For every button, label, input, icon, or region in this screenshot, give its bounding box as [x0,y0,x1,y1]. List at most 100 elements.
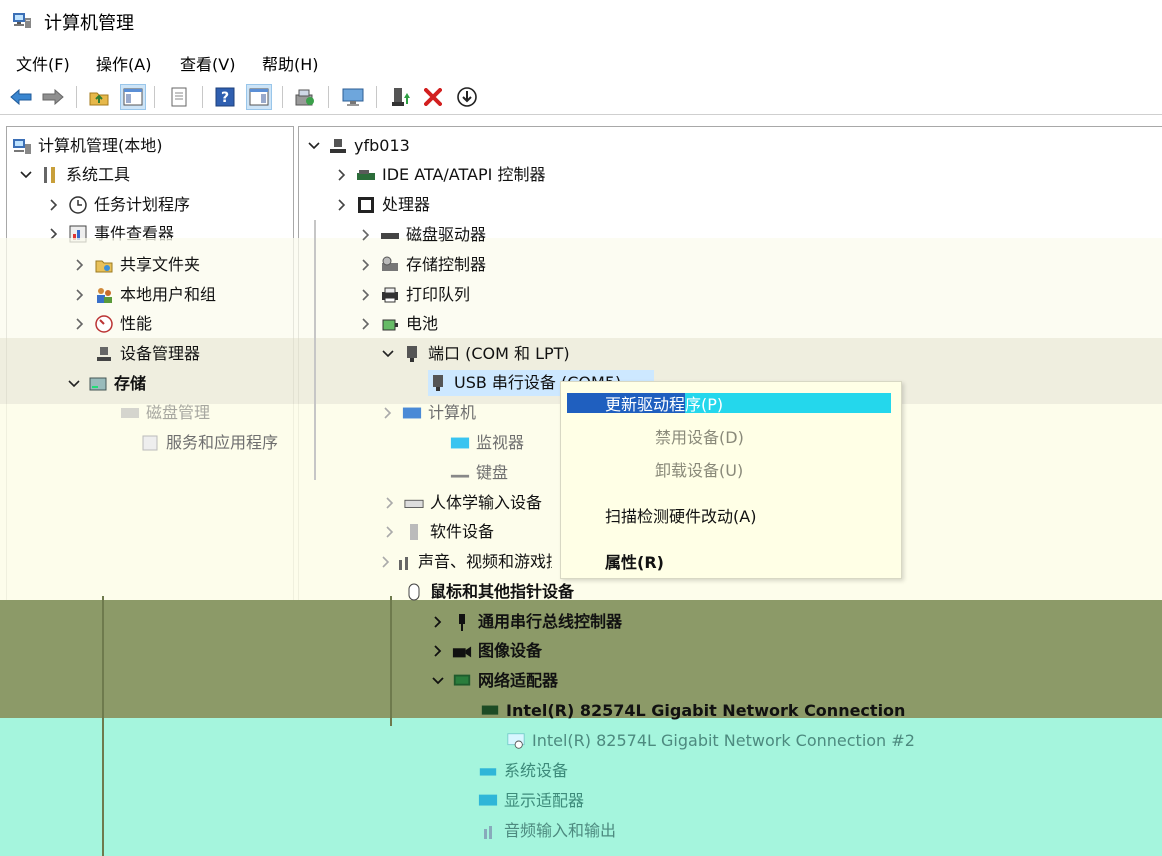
network-card-icon [480,701,500,721]
chevron-right-icon[interactable] [380,405,396,421]
tree-item-hid[interactable]: 人体学输入设备 [382,490,552,516]
tree-item-label: 共享文件夹 [120,255,201,274]
port-icon [402,344,422,364]
svg-text:?: ? [221,90,229,106]
computer-button[interactable] [340,84,366,110]
tree-item-label: 通用串行总线控制器 [478,612,623,631]
chevron-right-icon[interactable] [358,257,374,273]
tree-item-print-queues[interactable]: 打印队列 [358,282,470,308]
chevron-right-icon[interactable] [72,287,88,303]
tree-item-performance[interactable]: 性能 [72,311,152,337]
tree-item-computer-root[interactable]: yfb013 [306,133,410,159]
menu-view[interactable]: 查看(V) [180,51,235,75]
system-device-icon [478,761,498,781]
chevron-right-icon[interactable] [358,287,374,303]
tree-item-processor[interactable]: 处理器 [334,192,430,218]
tree-item-storage[interactable]: 存储 [66,371,146,397]
tree-item-label: 计算机 [428,403,477,422]
computer-icon [402,403,422,423]
chevron-right-icon[interactable] [382,524,398,540]
tree-item-display-adapters[interactable]: 显示适配器 [478,788,584,814]
chevron-down-icon[interactable] [18,167,34,183]
help-button[interactable]: ? [212,84,238,110]
tree-item-network-adapters[interactable]: 网络适配器 [430,668,558,694]
tree-item-computer-management[interactable]: 计算机管理(本地) [12,133,163,159]
tree-item-audio-io[interactable]: 音频输入和输出 [478,818,616,844]
software-device-icon [404,522,424,542]
tree-item-label: Intel(R) 82574L Gigabit Network Connecti… [506,701,906,720]
back-button[interactable] [8,84,34,110]
chevron-right-icon[interactable] [334,167,350,183]
chevron-down-icon[interactable] [66,376,82,392]
menu-item-uninstall-device[interactable]: 卸载设备(U) [655,457,743,481]
action-pane-button[interactable] [246,84,272,110]
chevron-right-icon[interactable] [430,643,446,659]
tree-item-label: 任务计划程序 [94,195,191,214]
toolbar-separator [328,86,329,108]
menu-item-update-driver[interactable]: 更新驱动程序(P) [605,391,723,415]
tree-item-system-devices[interactable]: 系统设备 [478,758,568,784]
menu-file[interactable]: 文件(F) [16,51,70,75]
tree-item-nic-1[interactable]: Intel(R) 82574L Gigabit Network Connecti… [480,698,905,724]
tree-item-keyboards[interactable]: 键盘 [450,460,508,486]
export-list-button[interactable] [166,84,192,110]
chevron-right-icon[interactable] [334,197,350,213]
tree-item-label: 声音、视频和游戏控制器 [418,552,552,571]
tree-item-ide-controller[interactable]: IDE ATA/ATAPI 控制器 [334,162,545,188]
menu-item-disable-device[interactable]: 禁用设备(D) [655,424,744,448]
chevron-right-icon[interactable] [72,316,88,332]
menu-help[interactable]: 帮助(H) [262,51,319,75]
chevron-down-icon[interactable] [306,138,322,154]
menu-item-properties[interactable]: 属性(R) [605,549,664,573]
tree-item-ports[interactable]: 端口 (COM 和 LPT) [380,341,570,367]
tree-item-software-devices[interactable]: 软件设备 [382,519,494,545]
window-title: 计算机管理 [44,13,134,34]
tree-item-computer[interactable]: 计算机 [380,400,476,426]
tree-item-label: 处理器 [382,195,431,214]
chevron-right-icon[interactable] [358,227,374,243]
computer-management-icon [13,13,31,28]
menu-action[interactable]: 操作(A) [96,51,151,75]
sound-icon [396,552,412,572]
chevron-right-icon[interactable] [382,554,390,570]
uninstall-button[interactable] [420,84,446,110]
usb-icon [452,612,472,632]
tree-item-mouse[interactable]: 鼠标和其他指针设备 [404,579,574,605]
show-hide-tree-button[interactable] [120,84,146,110]
menu-item-scan-hardware[interactable]: 扫描检测硬件改动(A) [605,503,756,527]
tree-item-disk-drives[interactable]: 磁盘驱动器 [358,222,486,248]
update-driver-button[interactable] [388,84,414,110]
tree-item-services-apps[interactable]: 服务和应用程序 [140,430,278,456]
tree-item-imaging-devices[interactable]: 图像设备 [430,638,542,664]
tree-item-local-users[interactable]: 本地用户和组 [72,282,216,308]
tree-item-label: 音频输入和输出 [504,821,617,840]
tree-item-device-manager[interactable]: 设备管理器 [94,341,200,367]
uninstall-icon [424,88,442,106]
disable-device-button[interactable] [454,84,480,110]
action-pane-icon [249,88,269,106]
tree-item-monitors[interactable]: 监视器 [450,430,524,456]
tree-item-task-scheduler[interactable]: 任务计划程序 [46,192,190,218]
tree-item-shared-folders[interactable]: 共享文件夹 [72,252,200,278]
tree-item-disk-management[interactable]: 磁盘管理 [120,402,210,424]
tree-item-system-tools[interactable]: 系统工具 [18,162,130,188]
up-button[interactable] [86,84,112,110]
tree-item-usb-controllers[interactable]: 通用串行总线控制器 [430,609,622,635]
scan-hardware-button[interactable] [292,84,318,110]
battery-icon [380,314,400,334]
tree-item-label: 人体学输入设备 [430,493,543,512]
chevron-right-icon[interactable] [382,495,398,511]
clock-icon [68,195,88,215]
chevron-right-icon[interactable] [72,257,88,273]
chevron-right-icon[interactable] [358,316,374,332]
chevron-right-icon[interactable] [46,197,62,213]
tree-item-storage-controllers[interactable]: 存储控制器 [358,252,486,278]
tree-item-sound[interactable]: 声音、视频和游戏控制器 [382,549,552,575]
hid-icon [404,493,424,513]
tree-item-battery[interactable]: 电池 [358,311,438,337]
tree-item-nic-2[interactable]: Intel(R) 82574L Gigabit Network Connecti… [506,728,915,754]
chevron-down-icon[interactable] [380,346,396,362]
chevron-down-icon[interactable] [430,673,446,689]
chevron-right-icon[interactable] [430,614,446,630]
forward-button[interactable] [40,84,66,110]
